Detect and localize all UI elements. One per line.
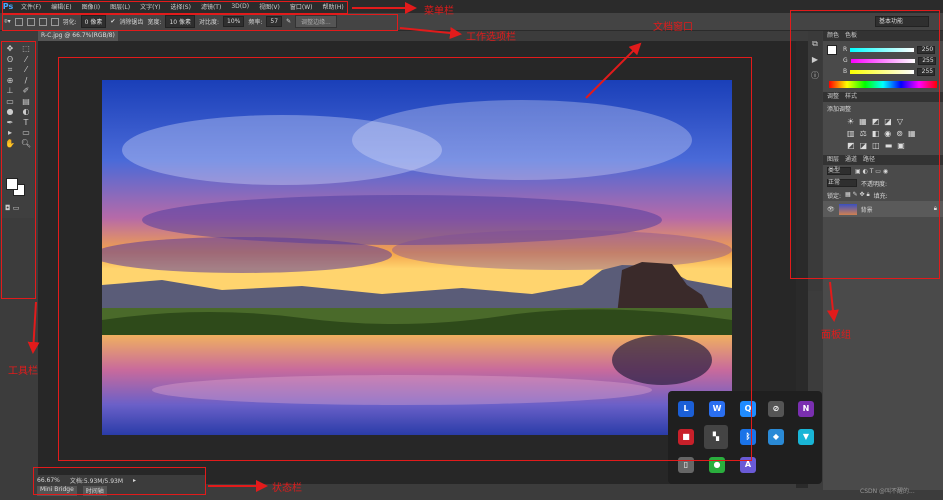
document-tab[interactable]: R-C.jpg @ 66.7%(RGB/8) <box>38 31 118 41</box>
toolbar-annotation-label: 工具栏 <box>8 366 38 377</box>
onenote-icon[interactable]: N <box>798 401 814 417</box>
vpn-icon[interactable]: ▼ <box>798 429 814 445</box>
shield-icon[interactable]: ◆ <box>768 429 784 445</box>
statusbar-annotation-label: 状态栏 <box>272 483 302 494</box>
photoshop-window: Ps 文件(F) 编辑(E) 图像(I) 图层(L) 文字(Y) 选择(S) 滤… <box>0 0 943 500</box>
menubar-annotation-box <box>2 1 348 14</box>
panels-annotation-box <box>790 10 940 279</box>
toolbar-annotation-box <box>1 41 36 299</box>
document-annotation-label: 文档窗口 <box>653 22 693 33</box>
menubar-annotation-label: 菜单栏 <box>424 6 454 17</box>
panels-annotation-label: 面板组 <box>821 330 851 341</box>
document-annotation-box <box>58 57 752 461</box>
statusbar-annotation-box <box>33 467 206 495</box>
watermark: CSDN @叫不醒的... <box>860 488 915 495</box>
options-annotation-label: 工作选项栏 <box>466 32 516 43</box>
options-annotation-box <box>2 14 398 31</box>
network-off-icon[interactable]: ⊘ <box>768 401 784 417</box>
